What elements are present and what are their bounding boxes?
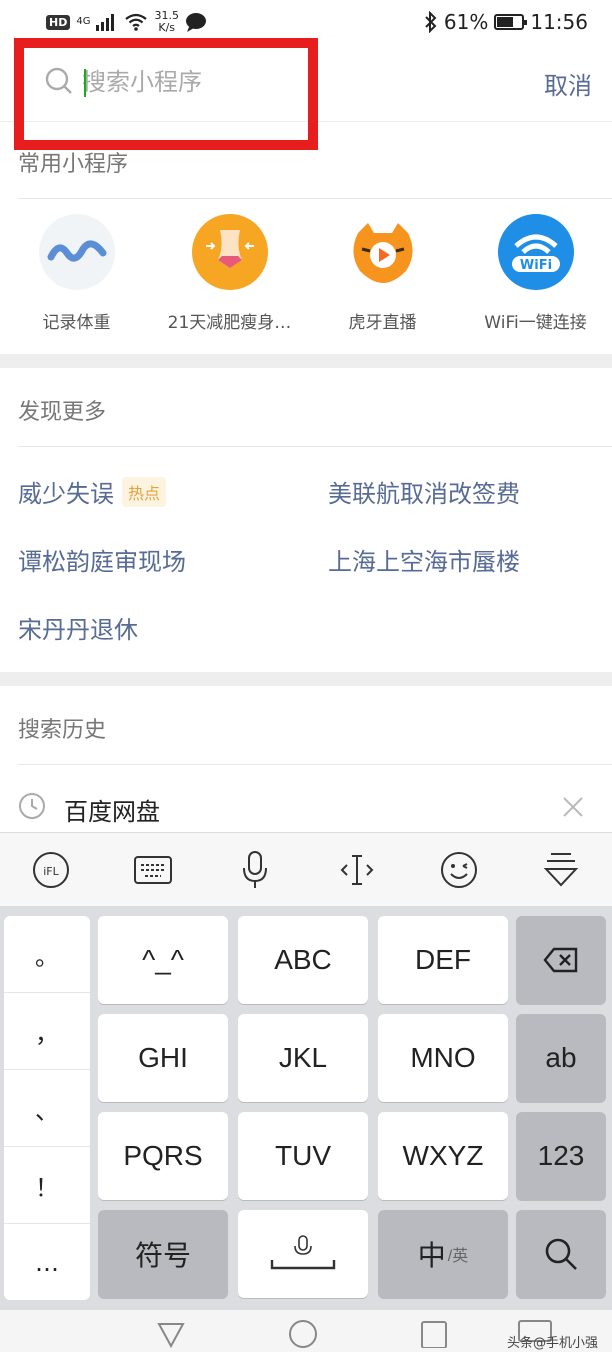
- app-label: 虎牙直播: [348, 313, 417, 333]
- mic-icon[interactable]: [233, 848, 277, 892]
- key-ab-switch[interactable]: ab: [516, 1014, 606, 1102]
- space-key[interactable]: [238, 1210, 368, 1298]
- punctuation-column: 。 ， 、 ！ …: [4, 916, 90, 1300]
- search-icon: [545, 1238, 577, 1270]
- key-pqrs[interactable]: PQRS: [98, 1112, 228, 1200]
- wifi-status-icon: [125, 13, 148, 31]
- home-circle-icon[interactable]: [288, 1318, 318, 1348]
- app-label: 记录体重: [42, 313, 111, 333]
- wave-icon: [38, 214, 115, 290]
- clock-time: 11:56: [530, 10, 588, 34]
- punct-key[interactable]: ！: [4, 1147, 90, 1224]
- keyboard: 。 ， 、 ！ … ^_^ ABC DEF GHI JKL MNO ab PQR…: [0, 906, 612, 1310]
- logo-icon[interactable]: iFL: [29, 848, 73, 892]
- frequent-apps: 记录体重 21天减肥瘦身… 虎牙直播 WiFi WiFi一键连接: [0, 214, 612, 333]
- svg-text:iFL: iFL: [43, 865, 59, 878]
- battery-fill: [497, 17, 514, 27]
- app-weight-record[interactable]: 记录体重: [0, 214, 153, 333]
- hd-indicator: HD: [46, 14, 71, 30]
- app-huya-live[interactable]: 虎牙直播: [306, 214, 459, 333]
- message-icon: [185, 13, 206, 32]
- lang-main: 中: [417, 1240, 446, 1271]
- network-type: 4G: [76, 16, 91, 27]
- status-right: 61% 11:56: [424, 10, 588, 34]
- discover-item-text: 谭松韵庭审现场: [18, 548, 186, 576]
- discover-item[interactable]: 宋丹丹退休: [18, 610, 138, 645]
- search-key[interactable]: [516, 1210, 606, 1298]
- speed-unit: K/s: [158, 21, 176, 34]
- collapse-icon[interactable]: [539, 848, 583, 892]
- battery-icon: [494, 14, 528, 30]
- discover-item-text: 上海上空海市蜃楼: [328, 548, 520, 576]
- battery-percent: 61%: [443, 10, 489, 34]
- history-item[interactable]: 百度网盘: [0, 778, 612, 836]
- wifi-icon: WiFi: [497, 214, 574, 290]
- backspace-icon: [543, 947, 578, 973]
- punct-key[interactable]: …: [4, 1224, 90, 1301]
- back-button[interactable]: ‹: [14, 68, 24, 98]
- discover-item-text: 美联航取消改签费: [328, 480, 520, 508]
- section-separator: [0, 672, 612, 686]
- punct-key[interactable]: 。: [4, 916, 90, 993]
- back-triangle-icon[interactable]: [156, 1318, 186, 1348]
- space-mic-icon: [270, 1235, 336, 1270]
- keyboard-toolbar: iFL: [0, 832, 612, 906]
- hot-badge: 热点: [122, 476, 167, 507]
- lang-sub: /英: [447, 1248, 469, 1265]
- key-jkl[interactable]: JKL: [238, 1014, 368, 1102]
- bluetooth-icon: [425, 11, 437, 33]
- navigation-bar: 头条@手机小强: [0, 1310, 612, 1352]
- key-def[interactable]: DEF: [378, 916, 508, 1004]
- key-symbols[interactable]: 符号: [98, 1210, 228, 1298]
- keyboard-icon[interactable]: [131, 848, 175, 892]
- discover-item[interactable]: 美联航取消改签费: [328, 474, 520, 509]
- history-item-text: 百度网盘: [64, 798, 160, 826]
- divider: [18, 198, 612, 199]
- cursor-icon[interactable]: [335, 848, 379, 892]
- section-separator: [0, 354, 612, 368]
- recents-square-icon[interactable]: [420, 1318, 448, 1348]
- cancel-button[interactable]: 取消: [544, 66, 592, 101]
- discover-item-text: 威少失误: [18, 480, 114, 508]
- search-input[interactable]: [82, 62, 312, 102]
- slim-waist-icon: [191, 214, 268, 290]
- search-header: ‹ 取消: [0, 44, 612, 122]
- app-slim-21days[interactable]: 21天减肥瘦身…: [153, 214, 306, 333]
- discover-item[interactable]: 威少失误 热点: [18, 474, 167, 509]
- punct-key[interactable]: 、: [4, 1070, 90, 1147]
- status-left: HD 4G 31.5 K/s: [46, 10, 207, 34]
- search-icon: [45, 67, 72, 94]
- key-tuv[interactable]: TUV: [238, 1112, 368, 1200]
- network-speed: 31.5 K/s: [154, 10, 179, 34]
- clock-icon: [19, 793, 45, 819]
- key-lang-switch[interactable]: 中/英: [378, 1210, 508, 1298]
- key-emoticon[interactable]: ^_^: [98, 916, 228, 1004]
- divider: [18, 764, 612, 765]
- key-123-switch[interactable]: 123: [516, 1112, 606, 1200]
- svg-text:WiFi: WiFi: [519, 258, 551, 273]
- emoji-icon[interactable]: [437, 848, 481, 892]
- punct-key[interactable]: ，: [4, 993, 90, 1070]
- history-section-title: 搜索历史: [18, 718, 107, 743]
- key-mno[interactable]: MNO: [378, 1014, 508, 1102]
- discover-item-text: 宋丹丹退休: [18, 616, 138, 644]
- key-wxyz[interactable]: WXYZ: [378, 1112, 508, 1200]
- frequent-section-title: 常用小程序: [18, 152, 129, 177]
- discover-item[interactable]: 上海上空海市蜃楼: [328, 542, 520, 577]
- discover-section-title: 发现更多: [18, 400, 107, 425]
- status-bar: HD 4G 31.5 K/s 61% 11:56: [0, 0, 612, 44]
- watermark: 头条@手机小强: [506, 1336, 598, 1351]
- backspace-key[interactable]: [516, 916, 606, 1004]
- text-caret: [84, 69, 86, 97]
- app-wifi-connect[interactable]: WiFi WiFi一键连接: [459, 214, 612, 333]
- app-label: 21天减肥瘦身…: [167, 313, 292, 333]
- key-abc[interactable]: ABC: [238, 916, 368, 1004]
- key-ghi[interactable]: GHI: [98, 1014, 228, 1102]
- discover-item[interactable]: 谭松韵庭审现场: [18, 542, 186, 577]
- tiger-play-icon: [344, 214, 421, 290]
- close-icon[interactable]: [562, 796, 584, 818]
- divider: [18, 446, 612, 447]
- app-label: WiFi一键连接: [484, 313, 587, 333]
- signal-icon: [96, 14, 115, 31]
